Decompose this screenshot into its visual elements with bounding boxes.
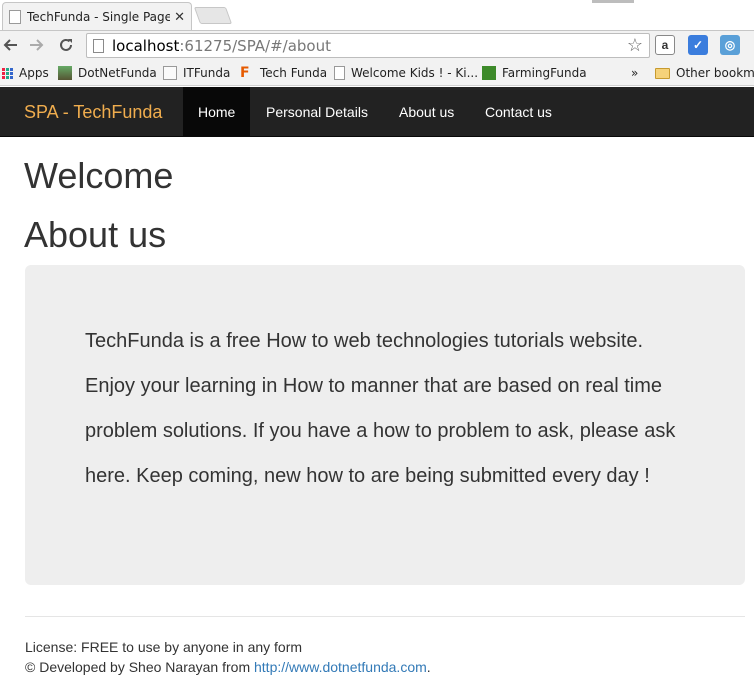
bookmark-label: Tech Funda xyxy=(260,66,328,80)
url-path: :61275/SPA/#/about xyxy=(179,36,331,55)
extension-feed-icon[interactable]: ◎ xyxy=(720,35,740,55)
footer-divider xyxy=(25,616,745,617)
developer-credit: © Developed by Sheo Narayan from http://… xyxy=(25,657,431,677)
license-text: License: FREE to use by anyone in any fo… xyxy=(25,639,303,655)
itfunda-icon xyxy=(163,66,177,80)
bookmark-apps[interactable]: Apps xyxy=(2,64,49,82)
apps-icon xyxy=(2,67,13,79)
tab-strip: TechFunda - Single Page A ✕ xyxy=(0,0,754,30)
extension-check-icon[interactable]: ✓ xyxy=(688,35,708,55)
new-tab-button[interactable] xyxy=(193,7,233,24)
page-icon xyxy=(334,66,345,80)
reload-icon[interactable] xyxy=(55,34,77,56)
dotnetfunda-link[interactable]: http://www.dotnetfunda.com xyxy=(254,659,427,675)
window-control[interactable] xyxy=(592,0,634,3)
bookmark-itfunda[interactable]: ITFunda xyxy=(163,64,230,82)
tab-title: TechFunda - Single Page A xyxy=(27,9,171,24)
developer-prefix: © Developed by Sheo Narayan from xyxy=(25,659,254,675)
page-favicon-icon xyxy=(9,9,21,24)
bookmarks-bar: Apps DotNetFunda ITFunda F Tech Funda We… xyxy=(0,60,754,86)
folder-icon xyxy=(655,67,670,79)
bookmark-label: Welcome Kids ! - Ki... xyxy=(351,66,479,80)
bookmark-dotnetfunda[interactable]: DotNetFunda xyxy=(58,64,157,82)
about-heading: About us xyxy=(24,214,167,255)
forward-icon[interactable] xyxy=(25,34,47,56)
bookmark-label: DotNetFunda xyxy=(78,66,157,80)
dotnetfunda-icon xyxy=(58,66,72,80)
address-bar[interactable]: localhost:61275/SPA/#/about ☆ xyxy=(86,33,650,58)
bookmark-label: FarmingFunda xyxy=(502,66,587,80)
close-tab-icon[interactable]: ✕ xyxy=(174,9,185,25)
extension-a-icon[interactable]: a xyxy=(655,35,675,55)
nav-about-us[interactable]: About us xyxy=(384,87,469,137)
bookmark-label: ITFunda xyxy=(183,66,231,80)
about-panel: TechFunda is a free How to web technolog… xyxy=(25,265,745,585)
about-text: TechFunda is a free How to web technolog… xyxy=(85,330,676,487)
welcome-heading: Welcome xyxy=(24,155,174,196)
star-icon[interactable]: ☆ xyxy=(627,35,643,56)
url-host: localhost xyxy=(112,36,180,55)
farming-icon xyxy=(482,66,496,80)
nav-personal-details[interactable]: Personal Details xyxy=(251,87,383,137)
page-icon xyxy=(93,38,104,53)
site-navbar: SPA - TechFunda Home Personal Details Ab… xyxy=(0,87,754,137)
other-bookmarks-folder[interactable]: Other bookma xyxy=(655,64,754,82)
back-icon[interactable] xyxy=(0,34,22,56)
techfunda-icon: F xyxy=(240,65,250,81)
bookmark-techfunda[interactable]: F Tech Funda xyxy=(240,64,327,82)
brand-link[interactable]: SPA - TechFunda xyxy=(24,87,162,137)
bookmark-label: Apps xyxy=(19,66,49,80)
browser-toolbar: localhost:61275/SPA/#/about ☆ a ✓ ◎ xyxy=(0,30,754,60)
bookmark-welcome-kids[interactable]: Welcome Kids ! - Ki... xyxy=(334,64,478,82)
nav-home[interactable]: Home xyxy=(183,87,251,137)
developer-suffix: . xyxy=(426,659,431,675)
other-bookmarks-label: Other bookma xyxy=(676,66,754,80)
bookmark-farmingfunda[interactable]: FarmingFunda xyxy=(482,64,587,82)
nav-contact-us[interactable]: Contact us xyxy=(470,87,567,137)
browser-tab[interactable]: TechFunda - Single Page A ✕ xyxy=(2,2,192,30)
bookmarks-overflow-button[interactable]: » xyxy=(631,64,638,82)
